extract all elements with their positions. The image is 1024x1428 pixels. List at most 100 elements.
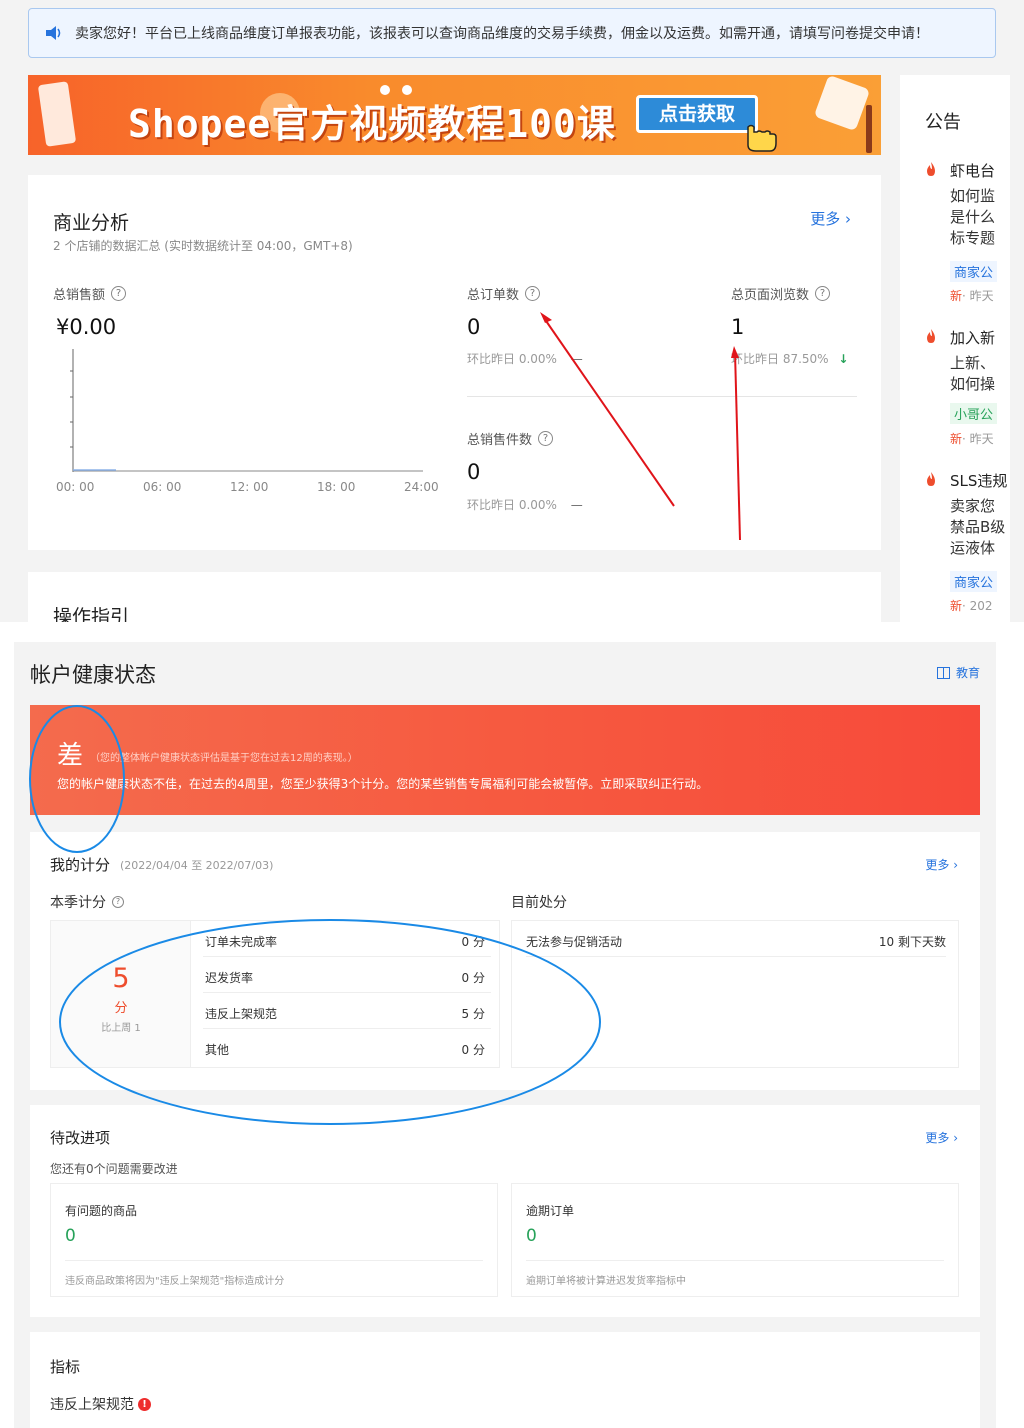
score-compare: 比上周 1 <box>101 1023 141 1034</box>
todo-box-value: 0 <box>65 1226 76 1246</box>
metric-item-label: 违反上架规范 <box>50 1397 134 1413</box>
metrics-title: 指标 <box>50 1358 81 1376</box>
more-label: 更多 <box>925 1131 950 1145</box>
help-icon[interactable]: ? <box>112 896 124 908</box>
help-icon[interactable]: ? <box>525 286 541 301</box>
todo-more-link[interactable]: 更多 › <box>925 1129 958 1146</box>
score-row: 违反上架规范 5 分 <box>203 993 491 1029</box>
todo-box-title: 有问题的商品 <box>65 1204 138 1218</box>
todo-box-note: 违反商品政策将因为"违反上架规范"指标造成计分 <box>65 1276 285 1287</box>
chevron-right-icon: › <box>953 1131 958 1145</box>
announcement-line: 运液体 <box>950 539 996 557</box>
notice-text: 卖家您好！平台已上线商品维度订单报表功能，该报表可以查询商品维度的交易手续费，佣… <box>75 26 929 42</box>
video-course-banner[interactable]: Shopee官方视频教程100课 点击获取 <box>28 75 881 155</box>
announcement-tag: 小哥公 <box>950 403 998 424</box>
label-text: 总页面浏览数 <box>731 288 810 303</box>
x-tick: 18: 00 <box>317 480 356 494</box>
current-penalty-box: 无法参与促销活动 10 剩下天数 <box>511 920 959 1068</box>
label-text: 本季计分 <box>50 895 106 911</box>
new-badge: 新 <box>950 599 963 613</box>
announcement-line: 标专题 <box>950 229 996 247</box>
announcement-date: · 昨天 <box>962 432 994 446</box>
label-text: 总订单数 <box>467 288 520 303</box>
help-icon[interactable]: ? <box>815 286 831 301</box>
health-status-banner: 差 （您的整体帐户健康状态评估是基于您在过去12周的表现。） 您的帐户健康状态不… <box>30 705 980 815</box>
divider <box>467 396 857 397</box>
arrow-down-icon: ↓ <box>838 352 849 366</box>
overdue-orders-box[interactable]: 逾期订单 0 逾期订单将被计算进迟发货率指标中 <box>511 1183 959 1297</box>
score-row-value: 5 分 <box>461 1007 485 1021</box>
help-icon[interactable]: ? <box>538 431 554 446</box>
score-row-name: 订单未完成率 <box>205 935 278 949</box>
total-sales-value: ¥0.00 <box>56 315 117 339</box>
divider <box>65 1260 483 1261</box>
label-text: 总销售件数 <box>467 433 533 448</box>
help-icon[interactable]: ? <box>111 286 127 301</box>
total-views-label: 总页面浏览数? <box>731 284 831 303</box>
announcement-line: 上新、 <box>950 354 996 372</box>
banner-decoration <box>813 75 871 132</box>
operation-guide-card: 操作指引 <box>28 572 881 622</box>
business-more-link[interactable]: 更多 › <box>810 208 851 229</box>
total-items-value: 0 <box>467 460 481 484</box>
compare-text: 环比昨日 0.00% <box>467 498 557 512</box>
account-health-panel: 帐户健康状态 教育 差 （您的整体帐户健康状态评估是基于您在过去12周的表现。）… <box>14 642 996 1428</box>
score-row: 订单未完成率 0 分 <box>203 921 491 957</box>
season-score-box: 5 分 比上周 1 订单未完成率 0 分 迟发货率 0 分 违反上架规范 5 分 其他… <box>50 920 500 1068</box>
compare-mark: — <box>570 498 583 512</box>
compare-text: 环比昨日 87.50% <box>731 352 829 366</box>
banner-decoration <box>37 81 77 147</box>
notice-bar[interactable]: 卖家您好！平台已上线商品维度订单报表功能，该报表可以查询商品维度的交易手续费，佣… <box>28 8 996 58</box>
my-score-title: 我的计分 <box>50 856 111 874</box>
fire-icon <box>927 329 935 343</box>
announcement-line: 卖家您 <box>950 497 996 515</box>
book-icon <box>936 666 950 679</box>
score-row-value: 0 分 <box>461 971 485 985</box>
banner-decoration <box>866 105 872 153</box>
score-row: 迟发货率 0 分 <box>203 957 491 993</box>
score-row: 其他 0 分 <box>203 1029 491 1065</box>
announcement-heading: SLS违规 <box>950 472 1008 490</box>
score-unit: 分 <box>114 1001 128 1016</box>
total-sales-label: 总销售额? <box>53 284 127 303</box>
announcement-item[interactable]: 加入新 上新、 如何操 小哥公 新· 昨天 <box>925 327 1010 457</box>
fire-icon <box>927 472 935 486</box>
new-badge: 新 <box>950 432 963 446</box>
more-label: 更多 <box>810 210 841 228</box>
items-compare: 环比昨日 0.00% — <box>467 496 583 513</box>
operation-guide-title: 操作指引 <box>53 606 130 622</box>
page-title: 帐户健康状态 <box>30 663 156 687</box>
fire-icon <box>927 162 935 176</box>
banner-title: Shopee官方视频教程100课 <box>128 102 616 146</box>
education-label: 教育 <box>955 666 980 680</box>
education-link[interactable]: 教育 <box>936 664 980 681</box>
announcement-panel: 公告 虾电台 如何监 是什么 标专题 商家公 新· 昨天 加入新 上新、 如何操… <box>900 75 1010 622</box>
announcement-meta: 新· 昨天 <box>950 287 994 304</box>
announcement-tag: 商家公 <box>950 261 998 282</box>
score-row-value: 0 分 <box>461 1043 485 1057</box>
announcement-item[interactable]: 虾电台 如何监 是什么 标专题 商家公 新· 昨天 <box>925 160 1010 310</box>
problem-products-box[interactable]: 有问题的商品 0 违反商品政策将因为"违反上架规范"指标造成计分 <box>50 1183 498 1297</box>
announcement-meta: 新· 202 <box>950 597 993 614</box>
health-grade-description: 您的帐户健康状态不佳，在过去的4周里，您至少获得3个计分。您的某些销售专属福利可… <box>57 777 709 791</box>
metric-item[interactable]: 违反上架规范! <box>50 1394 151 1414</box>
sales-chart <box>70 349 423 472</box>
business-title: 商业分析 <box>53 212 130 234</box>
season-score-label: 本季计分? <box>50 892 124 912</box>
score-summary: 5 分 比上周 1 <box>51 921 191 1067</box>
penalty-days: 10 剩下天数 <box>878 935 946 949</box>
current-penalty-label: 目前处分 <box>511 895 567 911</box>
announcement-item[interactable]: SLS违规 卖家您 禁品B级 运液体 商家公 新· 202 <box>925 470 1010 620</box>
announcement-meta: 新· 昨天 <box>950 430 994 447</box>
score-more-link[interactable]: 更多 › <box>925 856 958 873</box>
announcement-date: · 202 <box>962 599 993 613</box>
orders-compare: 环比昨日 0.00% — <box>467 350 583 367</box>
total-views-value: 1 <box>731 315 745 339</box>
new-badge: 新 <box>950 289 963 303</box>
announcement-title: 公告 <box>925 112 961 133</box>
chevron-right-icon: › <box>845 210 851 228</box>
score-row-name: 其他 <box>205 1043 230 1057</box>
total-orders-value: 0 <box>467 315 481 339</box>
score-period: (2022/04/04 至 2022/07/03) <box>120 859 274 872</box>
announcement-heading: 加入新 <box>950 329 996 347</box>
